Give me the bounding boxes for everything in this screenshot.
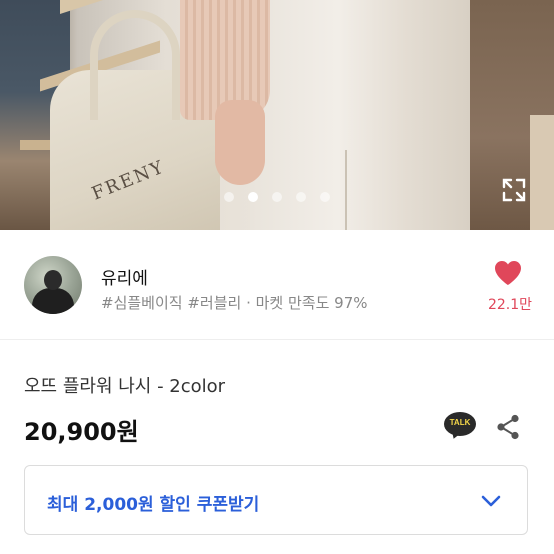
carousel-indicator [0,192,554,202]
coupon-label: 최대 2,000원 할인 쿠폰받기 [47,495,260,515]
seller-tags: #심플베이직 #러블리 · 마켓 만족도 97% [101,294,368,312]
carousel-dot-active[interactable] [248,192,258,202]
product-image-carousel[interactable]: FRENY [0,0,554,230]
talk-label: TALK [449,418,471,427]
heart-icon[interactable] [494,260,522,286]
expand-icon[interactable] [500,176,528,204]
carousel-dot[interactable] [272,192,282,202]
seller-name[interactable]: 유리에 [101,264,148,289]
carousel-dot[interactable] [320,192,330,202]
background-panel [530,115,554,230]
carousel-dot[interactable] [224,192,234,202]
product-price: 20,900원 [24,418,139,446]
chevron-down-icon [481,495,501,507]
like-count: 22.1만 [487,297,533,313]
model-hand [215,100,265,185]
avatar-figure-body [32,288,74,314]
seller-section[interactable]: 유리에 #심플베이직 #러블리 · 마켓 만족도 97% 22.1만 [0,230,554,340]
seller-avatar[interactable] [24,256,82,314]
share-icon[interactable] [496,414,520,440]
avatar-figure-head [44,270,62,290]
coupon-button[interactable]: 최대 2,000원 할인 쿠폰받기 [24,465,528,535]
kakaotalk-share-button[interactable]: TALK [444,412,476,441]
pants-seam [345,150,347,230]
product-title: 오뜨 플라워 나시 - 2color [24,376,226,397]
carousel-dot[interactable] [296,192,306,202]
tote-bag-handle [90,10,180,120]
